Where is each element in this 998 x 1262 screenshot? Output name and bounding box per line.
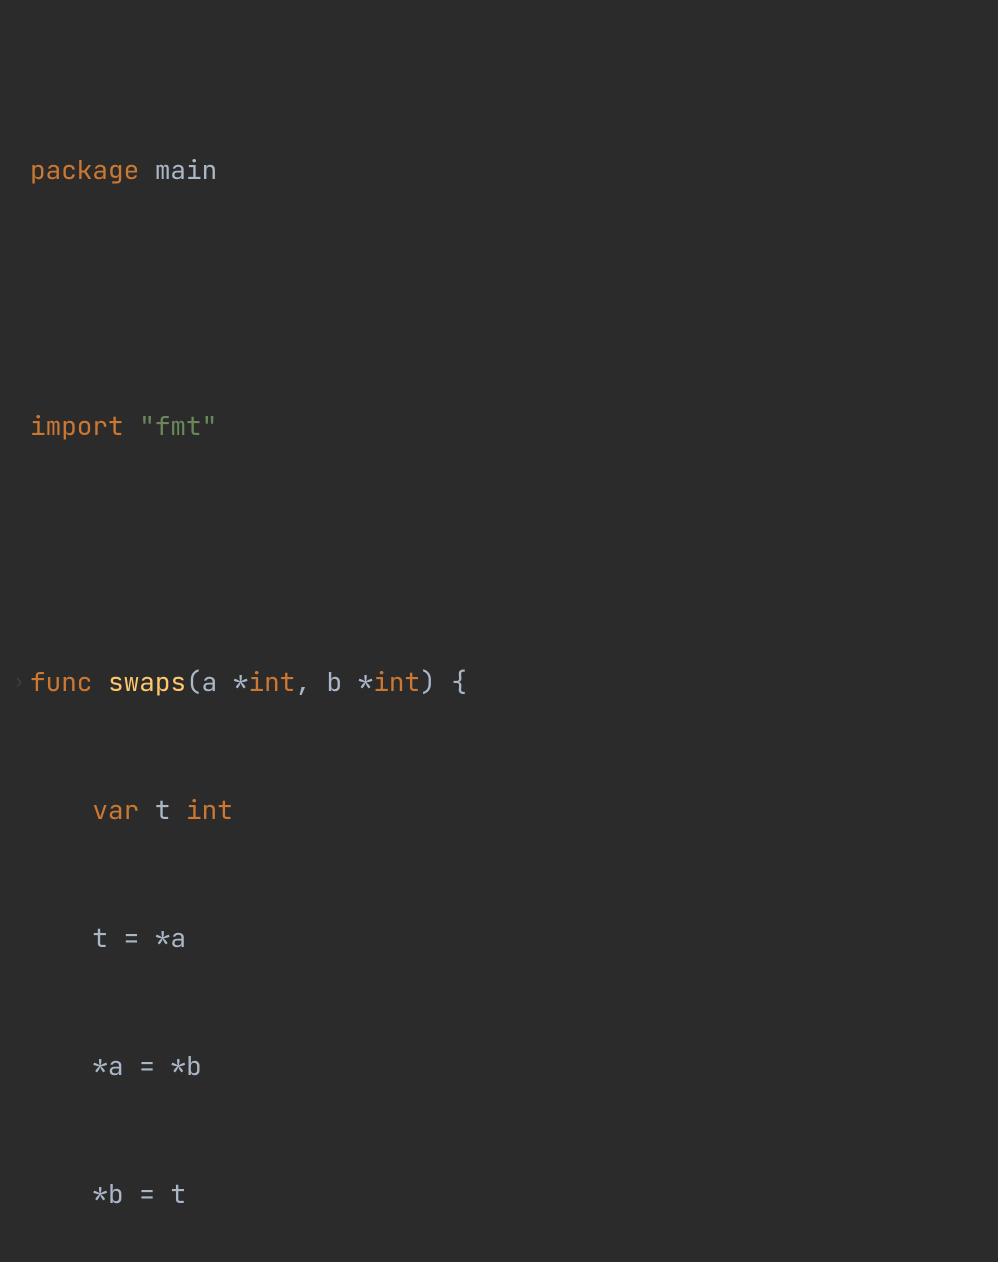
- param-b: b: [327, 664, 343, 699]
- star-op: *: [92, 1048, 108, 1083]
- paren-close: ): [420, 664, 436, 699]
- code-line[interactable]: package main: [12, 138, 998, 202]
- string-fmt: "fmt": [139, 408, 217, 443]
- star-op: *: [92, 1176, 108, 1211]
- eq-op: =: [124, 920, 140, 955]
- funcname-swaps: swaps: [108, 664, 186, 699]
- code-line-blank[interactable]: [12, 266, 998, 330]
- keyword-func: func: [30, 664, 92, 699]
- keyword-var: var: [92, 792, 139, 827]
- ident-main: main: [155, 152, 217, 187]
- paren-open: (: [186, 664, 202, 699]
- keyword-package: package: [30, 152, 139, 187]
- ident-t: t: [92, 920, 108, 955]
- param-a: a: [202, 664, 218, 699]
- code-line[interactable]: ›func swaps(a *int, b *int) {: [12, 650, 998, 714]
- code-line[interactable]: var t int: [12, 778, 998, 842]
- type-int: int: [186, 792, 233, 827]
- comma: ,: [295, 664, 311, 699]
- type-int: int: [373, 664, 420, 699]
- eq-op: =: [139, 1176, 155, 1211]
- code-line[interactable]: import "fmt": [12, 394, 998, 458]
- ident-a: a: [170, 920, 186, 955]
- code-line[interactable]: *a = *b: [12, 1034, 998, 1098]
- ident-t: t: [170, 1176, 186, 1211]
- star-op: *: [358, 664, 374, 699]
- star-op: *: [170, 1048, 186, 1083]
- type-int: int: [248, 664, 295, 699]
- eq-op: =: [139, 1048, 155, 1083]
- code-line-blank[interactable]: [12, 522, 998, 586]
- star-op: *: [233, 664, 249, 699]
- star-op: *: [155, 920, 171, 955]
- code-line[interactable]: *b = t: [12, 1162, 998, 1226]
- code-editor[interactable]: package main import "fmt" ›func swaps(a …: [0, 0, 998, 1262]
- ident-a: a: [108, 1048, 124, 1083]
- code-line[interactable]: t = *a: [12, 906, 998, 970]
- brace-open: {: [451, 664, 467, 699]
- ident-b: b: [186, 1048, 202, 1083]
- ident-t: t: [155, 792, 171, 827]
- ident-b: b: [108, 1176, 124, 1211]
- fold-icon[interactable]: ›: [10, 650, 28, 714]
- keyword-import: import: [30, 408, 124, 443]
